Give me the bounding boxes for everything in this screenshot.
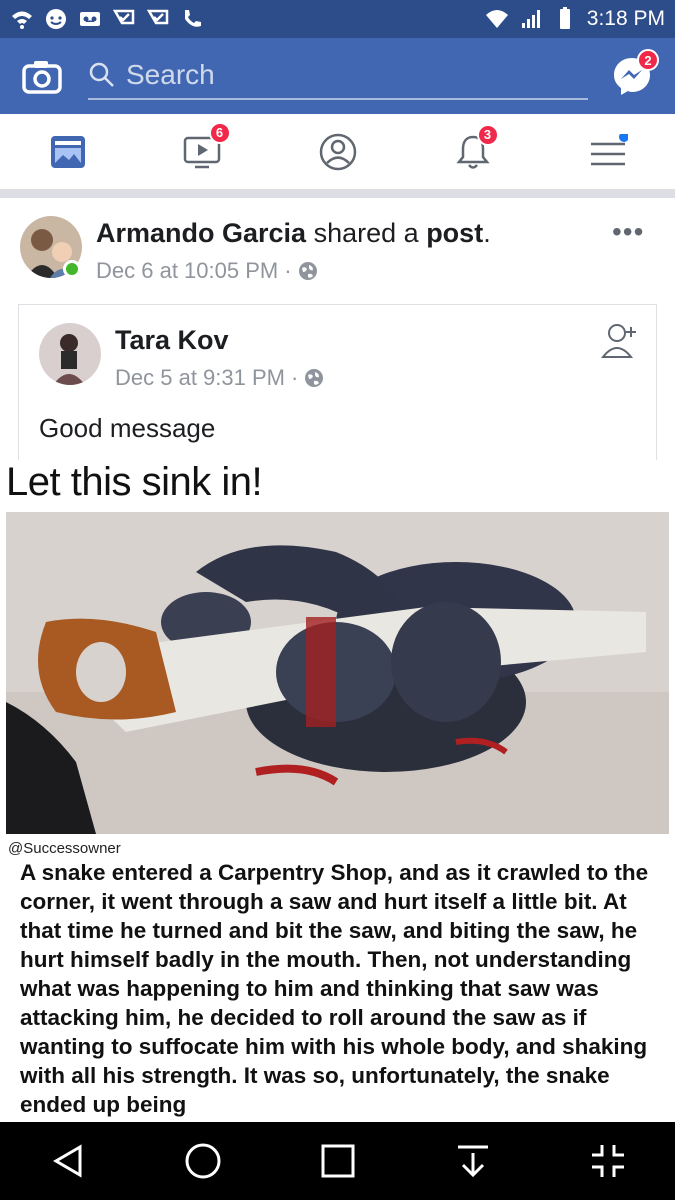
check-icon (146, 9, 169, 25)
feed-divider (0, 190, 675, 198)
check-icon (112, 9, 135, 25)
notifications-badge: 3 (476, 123, 499, 146)
collapse-button[interactable] (578, 1131, 638, 1191)
wifi-call-icon (185, 10, 201, 27)
share-headline: Armando Garcia shared a post. (96, 218, 491, 249)
globe-icon (298, 262, 317, 280)
shared-author-name[interactable]: Tara Kov (115, 325, 229, 356)
shared-post-timestamp[interactable]: Dec 5 at 9:31 PM (115, 365, 285, 391)
collapse-icon (591, 1145, 624, 1177)
online-status-dot (63, 260, 81, 278)
home-button[interactable] (173, 1131, 233, 1191)
post-header: Armando Garcia shared a post. Dec 6 at 1… (0, 198, 675, 302)
tab-menu[interactable] (578, 122, 638, 182)
search-input[interactable] (126, 59, 566, 91)
voicemail-icon (80, 12, 100, 26)
post-text: Good message (39, 413, 216, 443)
globe-icon (305, 369, 324, 387)
tab-news-feed[interactable] (38, 122, 98, 182)
meme-credit: @Successowner (8, 840, 121, 857)
meta-separator: · (290, 365, 299, 390)
shared-post-link[interactable]: post (426, 218, 483, 248)
messenger-notif-icon (46, 9, 66, 29)
profile-icon (319, 133, 356, 170)
download-button[interactable] (443, 1131, 503, 1191)
search-bar[interactable] (88, 52, 588, 100)
status-icons-right: 3:18 PM (485, 7, 665, 31)
post-image[interactable]: Let this sink in! @Successowner A snake … (0, 460, 675, 1125)
status-time: 3:18 PM (586, 7, 665, 30)
shared-author-avatar[interactable] (39, 323, 101, 385)
back-icon (52, 1144, 81, 1178)
messenger-button[interactable]: 2 (611, 49, 659, 97)
snake-saw-photo (6, 512, 669, 834)
recents-icon (321, 1144, 354, 1178)
author-name[interactable]: Armando Garcia (96, 218, 306, 248)
tab-profile[interactable] (308, 122, 368, 182)
tab-bar: 6 3 (0, 114, 675, 190)
search-icon (89, 62, 114, 87)
wifi-icon (485, 10, 508, 28)
recents-button[interactable] (308, 1131, 368, 1191)
meme-body-text: A snake entered a Carpentry Shop, and as… (20, 860, 649, 1117)
tab-watch[interactable]: 6 (173, 121, 233, 182)
status-icons-left (10, 7, 204, 31)
add-friend-icon[interactable] (601, 321, 641, 361)
meme-title: Let this sink in! (6, 460, 263, 504)
post-timestamp[interactable]: Dec 6 at 10:05 PM (96, 258, 278, 284)
more-options-button[interactable]: ••• (612, 216, 644, 248)
shared-post: Tara Kov Dec 5 at 9:31 PM · Good message (18, 304, 657, 464)
menu-icon (590, 133, 628, 165)
camera-icon[interactable] (22, 58, 62, 94)
shared-post-meta: Dec 5 at 9:31 PM · (115, 365, 324, 391)
system-nav-bar (0, 1122, 675, 1200)
back-button[interactable] (38, 1131, 98, 1191)
status-bar: 3:18 PM (0, 0, 675, 38)
tab-notifications[interactable]: 3 (443, 122, 503, 182)
download-icon (457, 1145, 488, 1178)
post-meta: Dec 6 at 10:05 PM · (96, 258, 318, 284)
battery-icon (559, 7, 570, 29)
home-icon (185, 1143, 220, 1179)
wifi-calling-icon (12, 11, 32, 29)
news-feed-icon (50, 135, 85, 168)
share-action-text: shared a (313, 218, 419, 248)
signal-icon (521, 10, 540, 28)
meta-separator: · (284, 258, 292, 283)
app-header: 2 (0, 38, 675, 114)
messenger-badge: 2 (637, 49, 659, 71)
watch-badge: 6 (208, 121, 231, 144)
share-action-suffix: . (483, 218, 491, 248)
